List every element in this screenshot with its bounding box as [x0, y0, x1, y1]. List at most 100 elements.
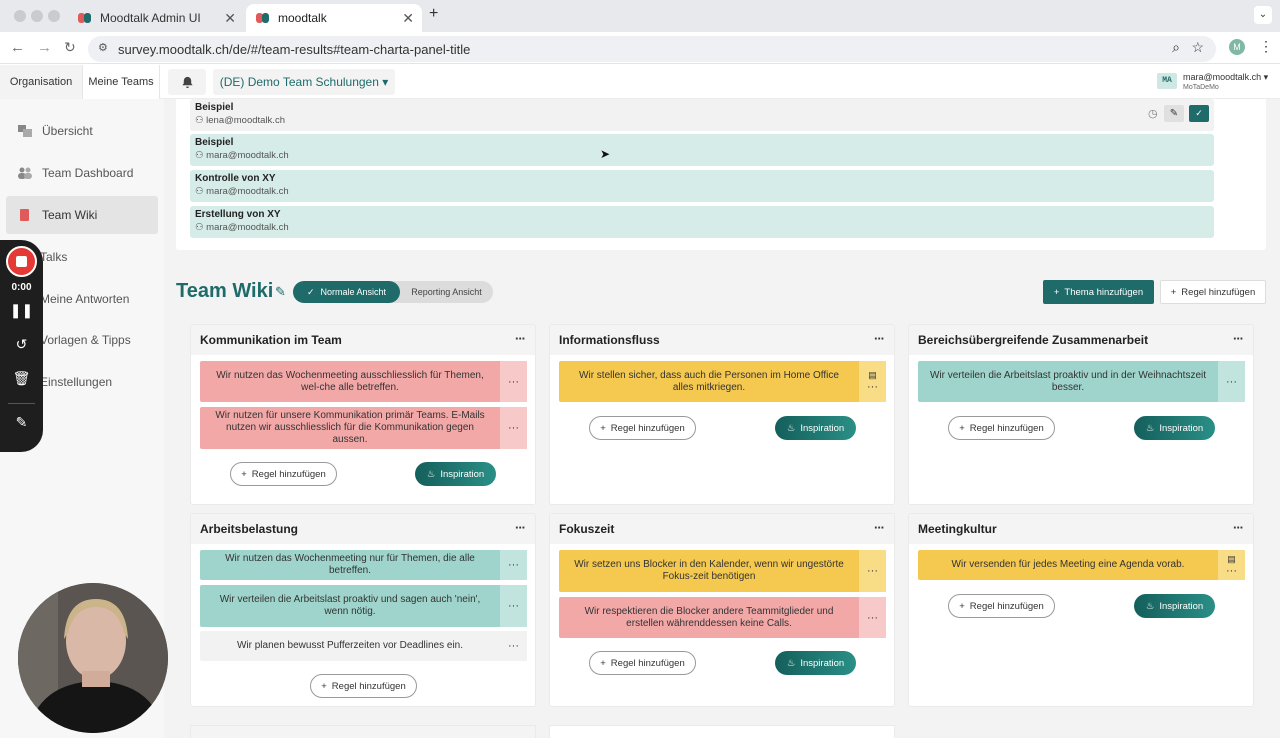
rule-menu-icon[interactable]: ···	[1226, 565, 1237, 577]
rule-item[interactable]: Wir setzen uns Blocker in den Kalender, …	[559, 550, 886, 592]
add-rule-button[interactable]: + Regel hinzufügen	[948, 416, 1055, 440]
wiki-card-partial	[190, 725, 536, 738]
sidebar-item-label: Übersicht	[42, 124, 93, 138]
site-settings-icon[interactable]: ⚙	[98, 41, 108, 54]
panel-row-email: mara@moodtalk.ch	[206, 186, 289, 197]
sidebar-item-team-wiki[interactable]: Team Wiki	[6, 196, 158, 234]
bookmark-star-icon[interactable]: ☆	[1191, 39, 1204, 56]
rule-menu-icon[interactable]: ···	[859, 597, 886, 638]
pause-icon[interactable]: ❚❚	[0, 302, 43, 319]
inspiration-button[interactable]: ♨ Inspiration	[775, 416, 856, 440]
edit-pencil-icon[interactable]: ✎	[1164, 105, 1184, 122]
card-title: Bereichsübergreifende Zusammenarbeit	[918, 333, 1149, 347]
add-rule-button[interactable]: + Regel hinzufügen	[310, 674, 417, 698]
user-initials-badge[interactable]: MA	[1157, 73, 1177, 89]
tab-organisation[interactable]: Organisation	[0, 65, 82, 99]
card-menu-icon[interactable]: ···	[874, 520, 885, 535]
reporting-view-button[interactable]: Reporting Ansicht	[400, 281, 493, 303]
address-bar[interactable]: ⚙ survey.moodtalk.ch/de/#/team-results#t…	[88, 36, 1216, 62]
browser-tab-bar: Moodtalk Admin UI ✕ moodtalk ✕ + ⌄	[0, 0, 1280, 32]
rule-item[interactable]: Wir nutzen das Wochenmeeting nur für The…	[200, 550, 527, 580]
inspiration-icon: ♨	[426, 468, 436, 480]
rule-item[interactable]: Wir respektieren die Blocker andere Team…	[559, 597, 886, 638]
add-rule-label: Regel hinzufügen	[251, 468, 326, 480]
rule-menu-icon[interactable]: ···	[859, 550, 886, 592]
comment-icon[interactable]: ▤	[1227, 554, 1236, 565]
card-menu-icon[interactable]: ···	[1233, 520, 1244, 535]
add-rule-top-button[interactable]: + Regel hinzufügen	[1160, 280, 1266, 304]
browser-tab-title: Moodtalk Admin UI	[100, 11, 201, 25]
rule-menu-icon[interactable]: ···	[500, 407, 527, 449]
card-title: Kommunikation im Team	[200, 333, 342, 347]
inspiration-button[interactable]: ♨ Inspiration	[775, 651, 856, 675]
rule-item[interactable]: Wir nutzen das Wochenmeeting ausschliess…	[200, 361, 527, 402]
card-menu-icon[interactable]: ···	[1233, 331, 1244, 346]
rule-menu-icon[interactable]: ···	[500, 361, 527, 402]
notifications-bell-icon[interactable]	[168, 69, 206, 95]
browser-tab-admin[interactable]: Moodtalk Admin UI ✕	[68, 4, 244, 32]
inspiration-button[interactable]: ♨ Inspiration	[1134, 594, 1215, 618]
inspiration-button[interactable]: ♨ Inspiration	[1134, 416, 1215, 440]
inspiration-label: Inspiration	[800, 657, 845, 669]
team-select-dropdown[interactable]: (DE) Demo Team Schulungen ▾	[213, 69, 395, 95]
panel-row[interactable]: Kontrolle von XY ⚇ mara@moodtalk.ch	[190, 170, 1214, 202]
card-menu-icon[interactable]: ···	[515, 520, 526, 535]
browser-tab-moodtalk[interactable]: moodtalk ✕	[246, 4, 422, 32]
card-title: Informationsfluss	[559, 333, 660, 347]
rule-item[interactable]: Wir planen bewusst Pufferzeiten vor Dead…	[200, 631, 527, 661]
confirm-check-icon[interactable]: ✓	[1189, 105, 1209, 122]
rule-menu-icon[interactable]: ···	[500, 631, 527, 661]
reload-icon[interactable]: ↻	[64, 39, 76, 56]
profile-avatar[interactable]: M	[1229, 39, 1245, 55]
zoom-magnifier-icon[interactable]: ⌕	[1172, 39, 1180, 56]
rule-item[interactable]: Wir stellen sicher, dass auch die Person…	[559, 361, 886, 402]
moodtalk-favicon-icon	[78, 12, 92, 24]
normal-view-button[interactable]: ✓ Normale Ansicht	[293, 281, 400, 303]
panel-row[interactable]: Beispiel ⚇ mara@moodtalk.ch	[190, 134, 1214, 166]
panel-row[interactable]: Beispiel ⚇ lena@moodtalk.ch	[190, 99, 1214, 131]
rule-menu-icon[interactable]: ···	[1218, 361, 1245, 402]
panel-row[interactable]: Erstellung von XY ⚇ mara@moodtalk.ch	[190, 206, 1214, 238]
window-minimize-dot[interactable]	[31, 10, 43, 22]
forward-arrow-icon[interactable]: →	[37, 39, 52, 56]
history-clock-icon[interactable]: ◷	[1148, 107, 1158, 120]
tab-meine-teams[interactable]: Meine Teams	[82, 65, 160, 99]
webcam-bubble[interactable]	[18, 583, 168, 733]
comment-icon[interactable]: ▤	[868, 370, 877, 381]
inspiration-button[interactable]: ♨ Inspiration	[415, 462, 496, 486]
rule-menu-icon[interactable]: ···	[867, 381, 878, 393]
panel-row-title: Erstellung von XY	[195, 209, 281, 220]
add-topic-button[interactable]: + Thema hinzufügen	[1043, 280, 1154, 304]
restart-icon[interactable]: ↺	[0, 336, 43, 353]
window-zoom-dot[interactable]	[48, 10, 60, 22]
browser-menu-icon[interactable]: ⋮	[1259, 38, 1273, 55]
inspiration-icon: ♨	[786, 422, 796, 434]
rule-item[interactable]: Wir verteilen die Arbeitslast proaktiv u…	[200, 585, 527, 627]
rule-item[interactable]: Wir nutzen für unsere Kommunikation prim…	[200, 407, 527, 449]
sidebar-item-team-dashboard[interactable]: Team Dashboard	[6, 154, 158, 192]
recording-timer: 0:00	[11, 282, 32, 293]
back-arrow-icon[interactable]: ←	[10, 39, 25, 56]
sidebar-item-uebersicht[interactable]: Übersicht	[6, 112, 158, 150]
tab-search-chevron-icon[interactable]: ⌄	[1254, 6, 1272, 24]
rule-menu-icon[interactable]: ···	[500, 585, 527, 627]
add-rule-button[interactable]: + Regel hinzufügen	[589, 651, 696, 675]
normal-view-label: Normale Ansicht	[320, 287, 387, 297]
user-email[interactable]: mara@moodtalk.ch ▾	[1183, 72, 1268, 83]
trash-icon[interactable]: 🗑	[0, 370, 43, 387]
rule-item[interactable]: Wir versenden für jedes Meeting eine Age…	[918, 550, 1245, 580]
add-rule-button[interactable]: + Regel hinzufügen	[948, 594, 1055, 618]
close-tab-icon[interactable]: ✕	[402, 10, 414, 27]
card-menu-icon[interactable]: ···	[515, 331, 526, 346]
rule-menu-icon[interactable]: ···	[500, 550, 527, 580]
edit-title-pencil-icon[interactable]: ✎	[275, 284, 286, 300]
window-close-dot[interactable]	[14, 10, 26, 22]
draw-pencil-icon[interactable]: ✎	[0, 414, 43, 431]
card-menu-icon[interactable]: ···	[874, 331, 885, 346]
rule-item[interactable]: Wir verteilen die Arbeitslast proaktiv u…	[918, 361, 1245, 402]
add-rule-button[interactable]: + Regel hinzufügen	[230, 462, 337, 486]
new-tab-button[interactable]: +	[429, 5, 438, 23]
add-rule-button[interactable]: + Regel hinzufügen	[589, 416, 696, 440]
close-tab-icon[interactable]: ✕	[224, 10, 236, 27]
stop-recording-button[interactable]	[6, 246, 37, 277]
